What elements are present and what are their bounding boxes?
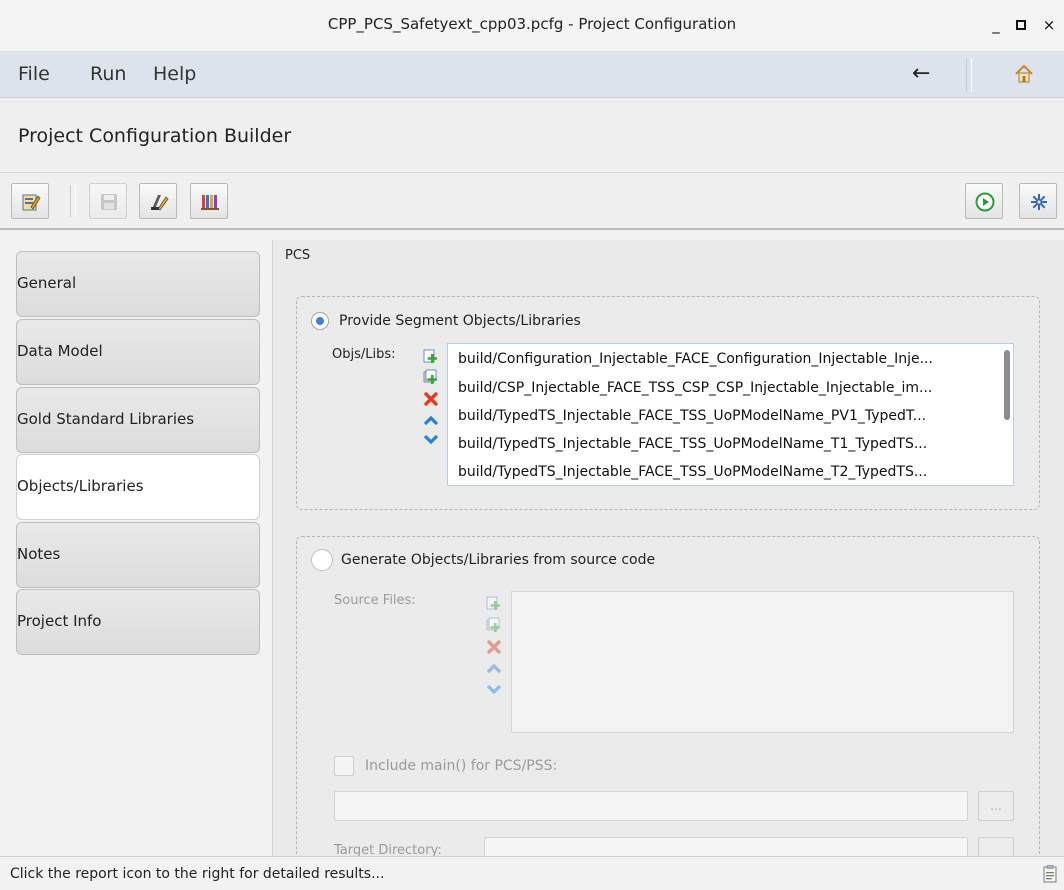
remove-icon[interactable] bbox=[423, 391, 439, 407]
provide-objects-label: Provide Segment Objects/Libraries bbox=[339, 313, 581, 329]
target-directory-field bbox=[484, 837, 968, 856]
move-up-icon[interactable] bbox=[423, 413, 439, 429]
target-browse-button bbox=[978, 837, 1014, 856]
provide-objects-radio[interactable] bbox=[311, 312, 329, 330]
edit-tools-button[interactable] bbox=[139, 183, 177, 219]
back-arrow-icon[interactable]: ← bbox=[912, 61, 930, 86]
objs-libs-list[interactable]: build/Configuration_Injectable_FACE_Conf… bbox=[447, 343, 1014, 486]
list-item[interactable]: build/Configuration_Injectable_FACE_Conf… bbox=[458, 351, 933, 367]
add-file-icon bbox=[486, 596, 500, 610]
maximize-icon bbox=[1016, 20, 1026, 30]
status-message: Click the report icon to the right for d… bbox=[10, 866, 385, 882]
maximize-button[interactable] bbox=[1010, 14, 1032, 36]
include-main-checkbox bbox=[334, 756, 354, 776]
source-files-label: Source Files: bbox=[334, 593, 416, 608]
sidebar-item-objects-libraries[interactable]: Objects/Libraries bbox=[16, 454, 260, 520]
save-button[interactable] bbox=[89, 183, 127, 219]
sidebar-item-label: Objects/Libraries bbox=[17, 477, 144, 495]
sidebar-item-label: Notes bbox=[17, 545, 61, 563]
menu-bar: File Run Help ← bbox=[0, 52, 1064, 98]
status-bar: Click the report icon to the right for d… bbox=[0, 856, 1064, 890]
page-title: Project Configuration Builder bbox=[18, 125, 292, 147]
provide-objects-group: Provide Segment Objects/Libraries Objs/L… bbox=[296, 296, 1040, 510]
toolbar-divider bbox=[70, 185, 76, 217]
move-down-icon bbox=[486, 684, 502, 695]
objs-libs-label: Objs/Libs: bbox=[332, 347, 396, 362]
target-directory-label: Target Directory: bbox=[334, 843, 442, 856]
sidebar-item-label: General bbox=[17, 274, 77, 292]
section-label: PCS bbox=[285, 248, 311, 263]
settings-button[interactable] bbox=[1019, 183, 1057, 219]
remove-icon bbox=[487, 640, 501, 654]
add-folder-icon[interactable] bbox=[423, 369, 439, 385]
sidebar-item-notes[interactable]: Notes bbox=[16, 522, 260, 588]
list-scrollbar[interactable] bbox=[1004, 350, 1010, 420]
move-up-icon bbox=[486, 663, 502, 674]
minimize-button[interactable]: _ bbox=[985, 14, 1007, 36]
save-icon bbox=[101, 194, 117, 210]
close-button[interactable]: × bbox=[1038, 14, 1060, 36]
sidebar-item-project-info[interactable]: Project Info bbox=[16, 589, 260, 655]
list-item[interactable]: build/TypedTS_Injectable_FACE_TSS_UoPMod… bbox=[458, 464, 927, 480]
edit-config-icon bbox=[22, 194, 41, 211]
main-file-field bbox=[334, 791, 968, 821]
sidebar-item-label: Data Model bbox=[17, 342, 103, 360]
window-titlebar: CPP_PCS_Safetyext_cpp03.pcfg - Project C… bbox=[0, 0, 1064, 52]
list-item[interactable]: build/CSP_Injectable_FACE_TSS_CSP_CSP_In… bbox=[458, 380, 932, 396]
main-content: PCS Provide Segment Objects/Libraries Ob… bbox=[272, 240, 1064, 856]
sidebar-nav: General Data Model Gold Standard Librari… bbox=[0, 240, 272, 856]
menu-separator bbox=[966, 58, 972, 92]
browse-button: ... bbox=[978, 791, 1014, 821]
sidebar-item-data-model[interactable]: Data Model bbox=[16, 319, 260, 385]
settings-icon bbox=[1031, 194, 1047, 210]
run-button[interactable] bbox=[965, 183, 1003, 219]
sidebar-item-label: Gold Standard Libraries bbox=[17, 410, 195, 428]
generate-objects-group: Generate Objects/Libraries from source c… bbox=[296, 536, 1040, 856]
toolbar bbox=[0, 172, 1064, 230]
list-item[interactable]: build/TypedTS_Injectable_FACE_TSS_UoPMod… bbox=[458, 436, 927, 452]
sidebar-item-label: Project Info bbox=[17, 612, 102, 630]
move-down-icon[interactable] bbox=[423, 431, 439, 447]
include-main-label: Include main() for PCS/PSS: bbox=[365, 758, 558, 774]
menu-file[interactable]: File bbox=[18, 63, 50, 85]
edit-config-button[interactable] bbox=[11, 183, 49, 219]
builder-header: Project Configuration Builder bbox=[0, 98, 1064, 170]
sidebar-item-general[interactable]: General bbox=[16, 251, 260, 317]
menu-help[interactable]: Help bbox=[153, 63, 196, 85]
report-icon[interactable] bbox=[1043, 865, 1057, 883]
home-icon[interactable] bbox=[1013, 63, 1035, 85]
add-folder-icon bbox=[486, 617, 500, 632]
menu-run[interactable]: Run bbox=[90, 63, 126, 85]
generate-objects-label: Generate Objects/Libraries from source c… bbox=[341, 552, 656, 568]
list-item[interactable]: build/TypedTS_Injectable_FACE_TSS_UoPMod… bbox=[458, 408, 926, 424]
window-title: CPP_PCS_Safetyext_cpp03.pcfg - Project C… bbox=[327, 15, 737, 33]
sidebar-item-gold-standard-libraries[interactable]: Gold Standard Libraries bbox=[16, 387, 260, 453]
library-button[interactable] bbox=[190, 183, 228, 219]
run-icon bbox=[975, 192, 995, 212]
generate-objects-radio[interactable] bbox=[311, 549, 333, 571]
source-files-list bbox=[511, 591, 1014, 733]
add-file-icon[interactable] bbox=[423, 348, 439, 364]
library-icon bbox=[201, 195, 219, 210]
edit-tools-icon bbox=[151, 195, 169, 211]
